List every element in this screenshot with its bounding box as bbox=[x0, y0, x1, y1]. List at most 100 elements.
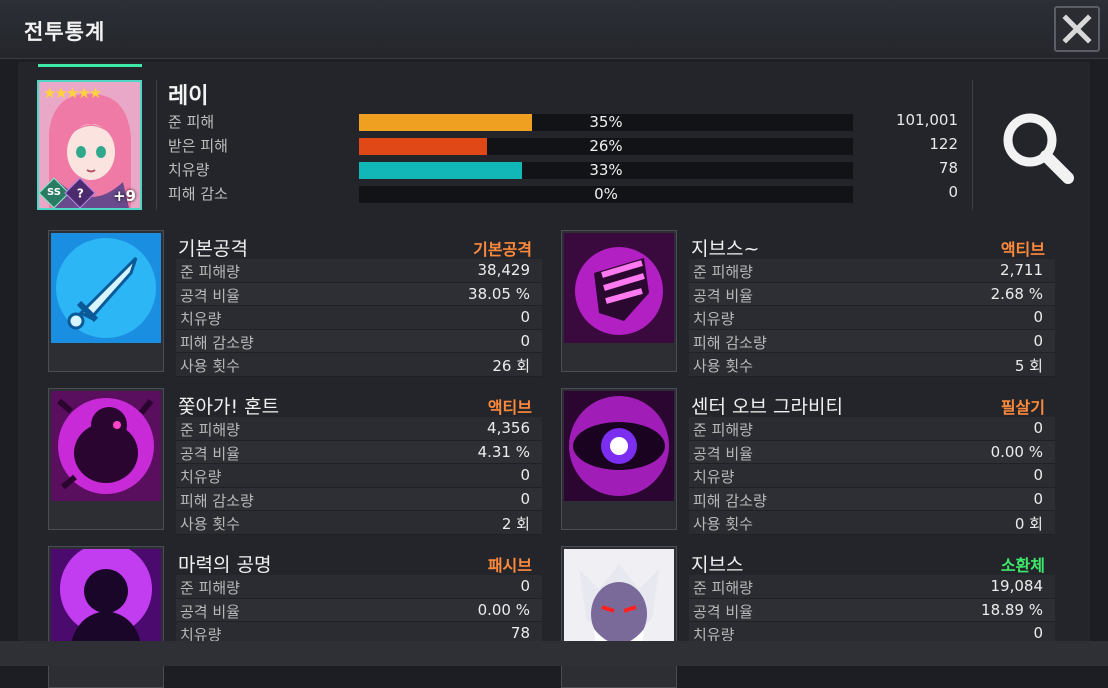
skill-stat-row: 준 피해량 0 bbox=[689, 417, 1055, 441]
skill-stat-value: 0 bbox=[1033, 466, 1043, 485]
skill-icon-frame[interactable] bbox=[48, 546, 164, 688]
skill-stat-value: 0 bbox=[520, 489, 530, 508]
skill-stat-value: 38.05 % bbox=[468, 284, 530, 303]
stat-label: 피해 감소 bbox=[168, 185, 228, 203]
skill-stat-value: 18.89 % bbox=[981, 600, 1043, 619]
skill-stat-row: 사용 횟수 0 회 bbox=[689, 511, 1055, 535]
skill-stat-label: 치유량 bbox=[180, 310, 222, 329]
skill-card[interactable]: 센터 오브 그라비티 필살기 준 피해량 0 공격 비율 0.00 % 치유량 0 피해 감소량… bbox=[561, 388, 1061, 535]
skill-type: 패시브 bbox=[487, 556, 532, 575]
skill-type: 기본공격 bbox=[473, 240, 532, 259]
stat-bar: 33% bbox=[359, 161, 853, 179]
skill-type: 필살기 bbox=[1000, 398, 1045, 417]
eye-icon bbox=[564, 391, 674, 501]
skill-card[interactable]: 기본공격 기본공격준 피해량 38,429 공격 비율 38.05 % 치유량 0 피해 감소… bbox=[48, 230, 548, 377]
ghost-icon bbox=[51, 391, 161, 501]
skill-stat-row: 준 피해량 38,429 bbox=[176, 259, 542, 283]
skill-card[interactable]: 마력의 공명 패시브 준 피해량 0 공격 비율 0.00 % 치유량 78 bbox=[48, 546, 548, 688]
hero-portrait[interactable]: ★★★★★ SS ? +9 bbox=[37, 80, 142, 210]
skill-stats: 준 피해량 0 공격 비율 0.00 % 치유량 0 피해 감소량 0 사용 횟수 0 회 bbox=[689, 417, 1055, 535]
skill-stat-label: 공격 비율 bbox=[180, 444, 240, 463]
skill-icon-frame[interactable] bbox=[48, 388, 164, 530]
skill-stat-row: 피해 감소량 0 bbox=[176, 487, 542, 512]
skill-stat-row: 공격 비율 4.31 % bbox=[176, 440, 542, 465]
skill-stat-value: 0 bbox=[1033, 331, 1043, 350]
title-bar: 전투통계 bbox=[0, 0, 1108, 59]
skill-stat-label: 사용 횟수 bbox=[693, 515, 753, 534]
skill-stat-label: 준 피해량 bbox=[693, 421, 753, 439]
skill-stat-value: 19,084 bbox=[990, 577, 1044, 595]
close-icon bbox=[1062, 14, 1092, 44]
skill-stat-label: 준 피해량 bbox=[180, 579, 240, 597]
skill-stat-value: 0 bbox=[1033, 308, 1043, 327]
skill-stat-row: 치유량 0 bbox=[176, 464, 542, 488]
skill-stat-row: 피해 감소량 0 bbox=[176, 329, 542, 354]
stat-percent: 33% bbox=[589, 161, 623, 179]
skill-stat-value: 0 bbox=[1033, 489, 1043, 508]
skill-stat-row: 공격 비율 38.05 % bbox=[176, 282, 542, 307]
skill-stat-label: 공격 비율 bbox=[693, 602, 753, 621]
stat-value: 122 bbox=[929, 135, 958, 153]
skill-stat-row: 치유량 0 bbox=[689, 464, 1055, 488]
fist-icon bbox=[564, 233, 674, 343]
skill-stat-row: 피해 감소량 0 bbox=[689, 487, 1055, 512]
skill-name: 기본공격 bbox=[178, 238, 248, 260]
skill-stat-value: 0 bbox=[1033, 419, 1043, 437]
skill-stat-row: 사용 횟수 2 회 bbox=[176, 511, 542, 535]
skill-stat-label: 치유량 bbox=[180, 468, 222, 487]
skill-stat-label: 피해 감소량 bbox=[693, 491, 767, 510]
stat-value: 0 bbox=[948, 183, 958, 201]
skill-stat-label: 사용 횟수 bbox=[180, 357, 240, 376]
skill-stat-row: 피해 감소량 0 bbox=[689, 329, 1055, 354]
skill-stat-label: 준 피해량 bbox=[693, 579, 753, 597]
skill-stat-value: 0 bbox=[520, 308, 530, 327]
skill-stat-value: 4.31 % bbox=[477, 442, 530, 461]
skill-icon-frame[interactable] bbox=[561, 546, 677, 688]
skill-name: 지브스 bbox=[691, 554, 744, 576]
skill-type: 액티브 bbox=[1000, 240, 1045, 259]
skill-stat-label: 피해 감소량 bbox=[180, 333, 254, 352]
skill-name: 지브스~ bbox=[691, 238, 760, 260]
magnifier-button[interactable] bbox=[998, 108, 1078, 188]
skill-stat-value: 0.00 % bbox=[477, 600, 530, 619]
stat-value: 78 bbox=[938, 159, 958, 177]
skill-stat-value: 26 회 bbox=[492, 357, 530, 376]
skill-stat-label: 준 피해량 bbox=[180, 421, 240, 439]
window-title: 전투통계 bbox=[24, 20, 106, 44]
skill-stat-value: 0 bbox=[520, 577, 530, 595]
stat-percent: 35% bbox=[589, 113, 623, 131]
skill-stat-row: 사용 횟수 26 회 bbox=[176, 353, 542, 377]
skill-stat-value: 0 bbox=[520, 466, 530, 485]
skill-stat-row: 준 피해량 2,711 bbox=[689, 259, 1055, 283]
skill-stats: 준 피해량 0 공격 비율 0.00 % 치유량 78 bbox=[176, 575, 542, 646]
stat-bar: 26% bbox=[359, 137, 853, 155]
skill-icon-frame[interactable] bbox=[561, 388, 677, 530]
skill-stat-row: 사용 횟수 5 회 bbox=[689, 353, 1055, 377]
skill-stat-row: 공격 비율 18.89 % bbox=[689, 598, 1055, 623]
skill-stats: 준 피해량 4,356 공격 비율 4.31 % 치유량 0 피해 감소량 0 사용 횟수 2 회 bbox=[176, 417, 542, 535]
skill-stat-value: 78 bbox=[510, 624, 530, 643]
close-button[interactable] bbox=[1054, 6, 1100, 52]
skill-icon-frame[interactable] bbox=[561, 230, 677, 372]
skill-stat-value: 4,356 bbox=[487, 419, 530, 437]
stat-label: 준 피해 bbox=[168, 113, 215, 131]
skill-card[interactable]: 쫓아가! 혼트 액티브 준 피해량 4,356 공격 비율 4.31 % 치유량 0 피해 감소… bbox=[48, 388, 548, 535]
skill-stat-label: 치유량 bbox=[693, 310, 735, 329]
skill-stat-label: 공격 비율 bbox=[693, 286, 753, 305]
skill-card[interactable]: 지브스~ 액티브 준 피해량 2,711 공격 비율 2.68 % 치유량 0 피해 감소량 0 사… bbox=[561, 230, 1061, 377]
hero-stat-row: 준 피해 35% 101,001 bbox=[168, 111, 958, 133]
skill-stat-value: 0 bbox=[1033, 624, 1043, 643]
skill-stat-row: 공격 비율 2.68 % bbox=[689, 282, 1055, 307]
star-rating: ★★★★★ bbox=[43, 84, 102, 102]
skill-icon-frame[interactable] bbox=[48, 230, 164, 372]
skill-stat-value: 38,429 bbox=[477, 261, 531, 279]
stat-label: 치유량 bbox=[168, 161, 210, 179]
skill-card[interactable]: 지브스 소환체 준 피해량 19,084 공격 비율 18.89 % 치유량 0 bbox=[561, 546, 1061, 688]
hero-stat-row: 피해 감소 0% 0 bbox=[168, 183, 958, 205]
skill-stat-row: 준 피해량 0 bbox=[176, 575, 542, 599]
divider bbox=[156, 80, 157, 210]
skill-stat-label: 준 피해량 bbox=[180, 263, 240, 281]
skill-stat-label: 준 피해량 bbox=[693, 263, 753, 281]
skill-stat-value: 0.00 % bbox=[990, 442, 1043, 461]
skill-stat-value: 0 회 bbox=[1014, 515, 1043, 534]
